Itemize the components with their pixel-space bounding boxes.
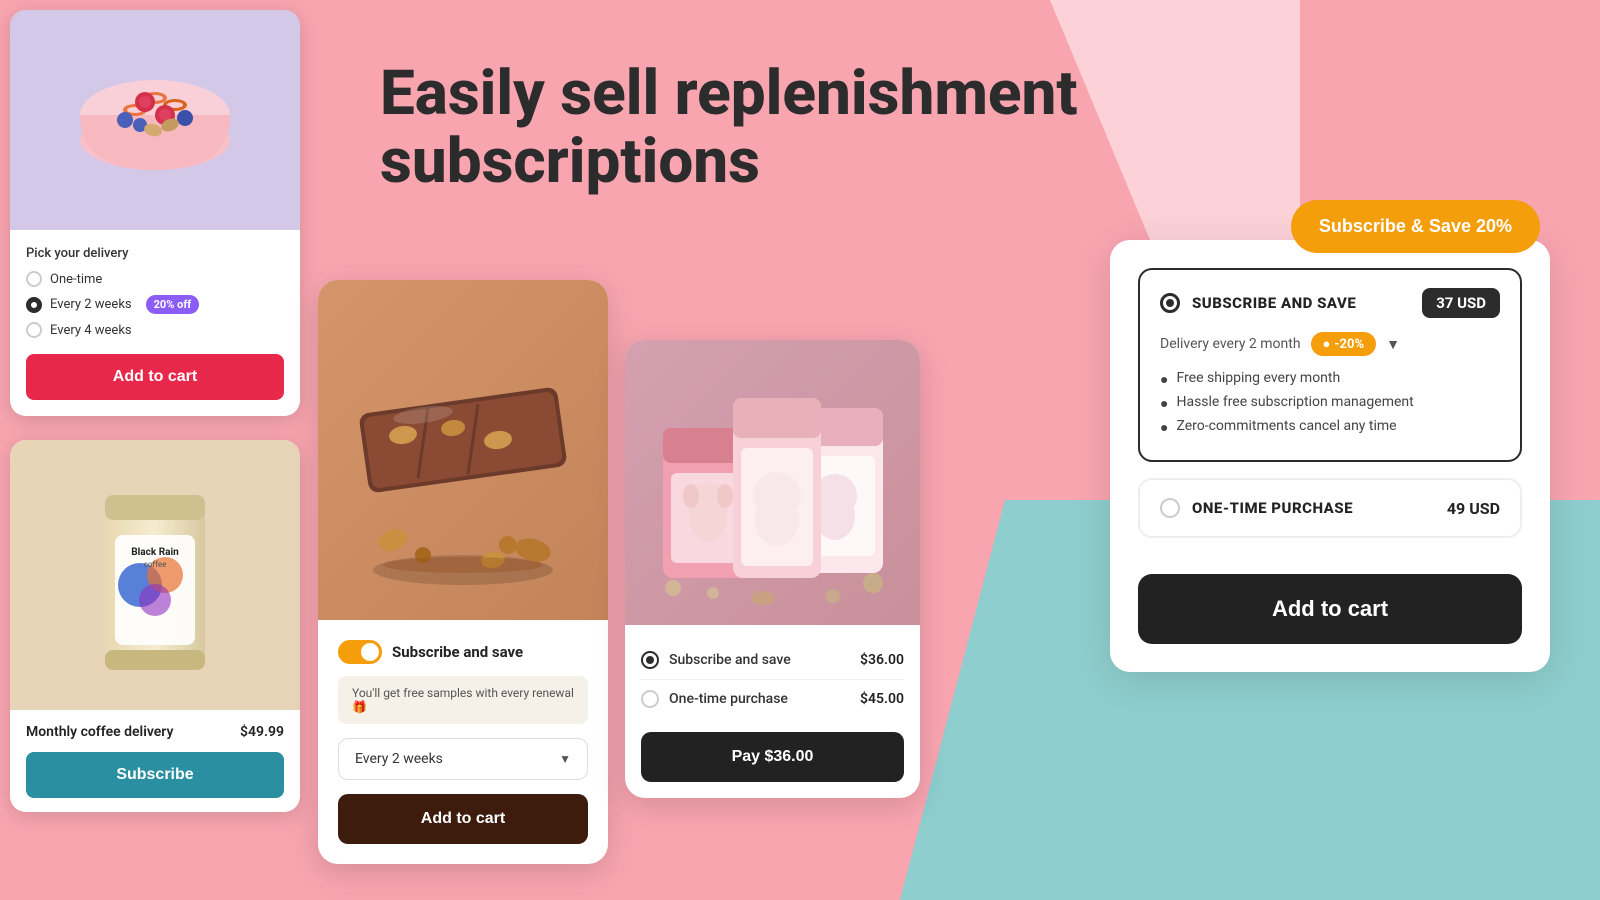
benefit-dot-2: ● [1160, 395, 1168, 412]
benefit-item-1: ● Free shipping every month [1160, 370, 1500, 388]
onetime-option-row[interactable]: One-time purchase $45.00 [641, 680, 904, 718]
cereal-card: Pick your delivery One-time Every 2 week… [10, 10, 300, 416]
widget-delivery-label: Delivery every 2 month [1160, 336, 1301, 352]
pet-food-bags-icon [633, 348, 913, 618]
widget-benefits-list: ● Free shipping every month ● Hassle fre… [1160, 370, 1500, 436]
subscribe-save-float-button[interactable]: Subscribe & Save 20% [1291, 200, 1540, 253]
widget-onetime-option[interactable]: ONE-TIME PURCHASE 49 USD [1138, 478, 1522, 538]
benefit-dot-3: ● [1160, 419, 1168, 436]
widget-subscribe-radio [1160, 293, 1180, 313]
option-every-4-weeks-label: Every 4 weeks [50, 323, 132, 338]
delivery-dropdown-arrow-icon[interactable]: ▼ [1386, 336, 1400, 353]
discount-badge: 20% off [146, 295, 200, 314]
hero-section: Easily sell replenishment subscriptions [380, 60, 1080, 196]
coffee-bag-icon: Black Rain coffee [85, 465, 225, 685]
widget-delivery-row: Delivery every 2 month ● -20% ▼ [1160, 332, 1500, 356]
coffee-product-name: Monthly coffee delivery [26, 724, 173, 740]
chocolate-image [318, 280, 608, 620]
widget-onetime-radio [1160, 498, 1180, 518]
option-every-2-weeks[interactable]: Every 2 weeks 20% off [26, 295, 284, 314]
free-samples-banner: You'll get free samples with every renew… [338, 676, 588, 724]
cereal-image [10, 10, 300, 230]
option-one-time[interactable]: One-time [26, 271, 284, 287]
coffee-product-price: $49.99 [240, 724, 284, 740]
subscribe-option-label: Subscribe and save [669, 652, 791, 668]
subscription-widget: SUBSCRIBE AND SAVE 37 USD Delivery every… [1110, 240, 1550, 672]
widget-subscribe-title: SUBSCRIBE AND SAVE [1192, 294, 1356, 312]
pet-food-image [625, 340, 920, 625]
add-to-cart-button-widget[interactable]: Add to cart [1138, 574, 1522, 644]
widget-onetime-title: ONE-TIME PURCHASE [1192, 499, 1353, 517]
benefit-text-2: Hassle free subscription management [1176, 394, 1413, 410]
benefit-text-1: Free shipping every month [1176, 370, 1340, 386]
subscribe-toggle[interactable] [338, 640, 382, 664]
discount-dot-icon: ● [1323, 336, 1331, 352]
widget-onetime-header: ONE-TIME PURCHASE 49 USD [1160, 498, 1500, 518]
pet-card-body: Subscribe and save $36.00 One-time purch… [625, 625, 920, 798]
widget-discount-text: -20% [1334, 337, 1364, 352]
toggle-knob [361, 643, 379, 661]
coffee-image: Black Rain coffee [10, 440, 300, 710]
benefit-text-3: Zero-commitments cancel any time [1176, 418, 1396, 434]
radio-one-time [26, 271, 42, 287]
onetime-label-group: One-time purchase [641, 690, 788, 708]
dropdown-chevron-icon: ▼ [559, 752, 571, 766]
widget-subscribe-label-group: SUBSCRIBE AND SAVE [1160, 293, 1356, 313]
svg-text:coffee: coffee [144, 560, 167, 569]
widget-onetime-label-group: ONE-TIME PURCHASE [1160, 498, 1353, 518]
option-every-4-weeks[interactable]: Every 4 weeks [26, 322, 284, 338]
subscribe-save-label: Subscribe and save [392, 643, 523, 661]
add-to-cart-button-chocolate[interactable]: Add to cart [338, 794, 588, 844]
coffee-product-row: Monthly coffee delivery $49.99 [26, 724, 284, 740]
cereal-bowl-icon [65, 30, 245, 210]
delivery-options: One-time Every 2 weeks 20% off Every 4 w… [26, 271, 284, 338]
benefit-dot-1: ● [1160, 371, 1168, 388]
widget-subscribe-price: 37 USD [1422, 288, 1500, 318]
subscribe-toggle-row: Subscribe and save [338, 640, 588, 664]
chocolate-bar-icon [333, 300, 593, 600]
frequency-label: Every 2 weeks [355, 751, 443, 767]
chocolate-card: Subscribe and save You'll get free sampl… [318, 280, 608, 864]
widget-subscribe-header: SUBSCRIBE AND SAVE 37 USD [1160, 288, 1500, 318]
coffee-card: Black Rain coffee Monthly coffee deliver… [10, 440, 300, 812]
hero-title: Easily sell replenishment subscriptions [380, 60, 1080, 196]
option-every-2-weeks-label: Every 2 weeks [50, 297, 132, 312]
subscribe-button-coffee[interactable]: Subscribe [26, 752, 284, 798]
radio-every-2-weeks [26, 297, 42, 313]
widget-discount-badge: ● -20% [1311, 332, 1377, 356]
benefit-item-3: ● Zero-commitments cancel any time [1160, 418, 1500, 436]
coffee-card-footer: Monthly coffee delivery $49.99 Subscribe [10, 710, 300, 812]
pet-food-card: Subscribe and save $36.00 One-time purch… [625, 340, 920, 798]
widget-subscribe-option[interactable]: SUBSCRIBE AND SAVE 37 USD Delivery every… [1138, 268, 1522, 462]
widget-onetime-price: 49 USD [1447, 499, 1500, 518]
delivery-label: Pick your delivery [26, 246, 284, 261]
onetime-option-label: One-time purchase [669, 691, 788, 707]
add-to-cart-button-cereal[interactable]: Add to cart [26, 354, 284, 400]
frequency-dropdown[interactable]: Every 2 weeks ▼ [338, 738, 588, 780]
subscribe-option-row[interactable]: Subscribe and save $36.00 [641, 641, 904, 680]
onetime-option-price: $45.00 [860, 691, 904, 707]
cereal-card-body: Pick your delivery One-time Every 2 week… [10, 230, 300, 416]
onetime-radio [641, 690, 659, 708]
radio-every-4-weeks [26, 322, 42, 338]
benefit-item-2: ● Hassle free subscription management [1160, 394, 1500, 412]
option-one-time-label: One-time [50, 272, 102, 287]
chocolate-card-body: Subscribe and save You'll get free sampl… [318, 620, 608, 864]
subscribe-radio [641, 651, 659, 669]
subscribe-option-price: $36.00 [860, 652, 904, 668]
svg-text:Black Rain: Black Rain [131, 547, 179, 558]
pay-button-pet[interactable]: Pay $36.00 [641, 732, 904, 782]
subscribe-label-group: Subscribe and save [641, 651, 791, 669]
